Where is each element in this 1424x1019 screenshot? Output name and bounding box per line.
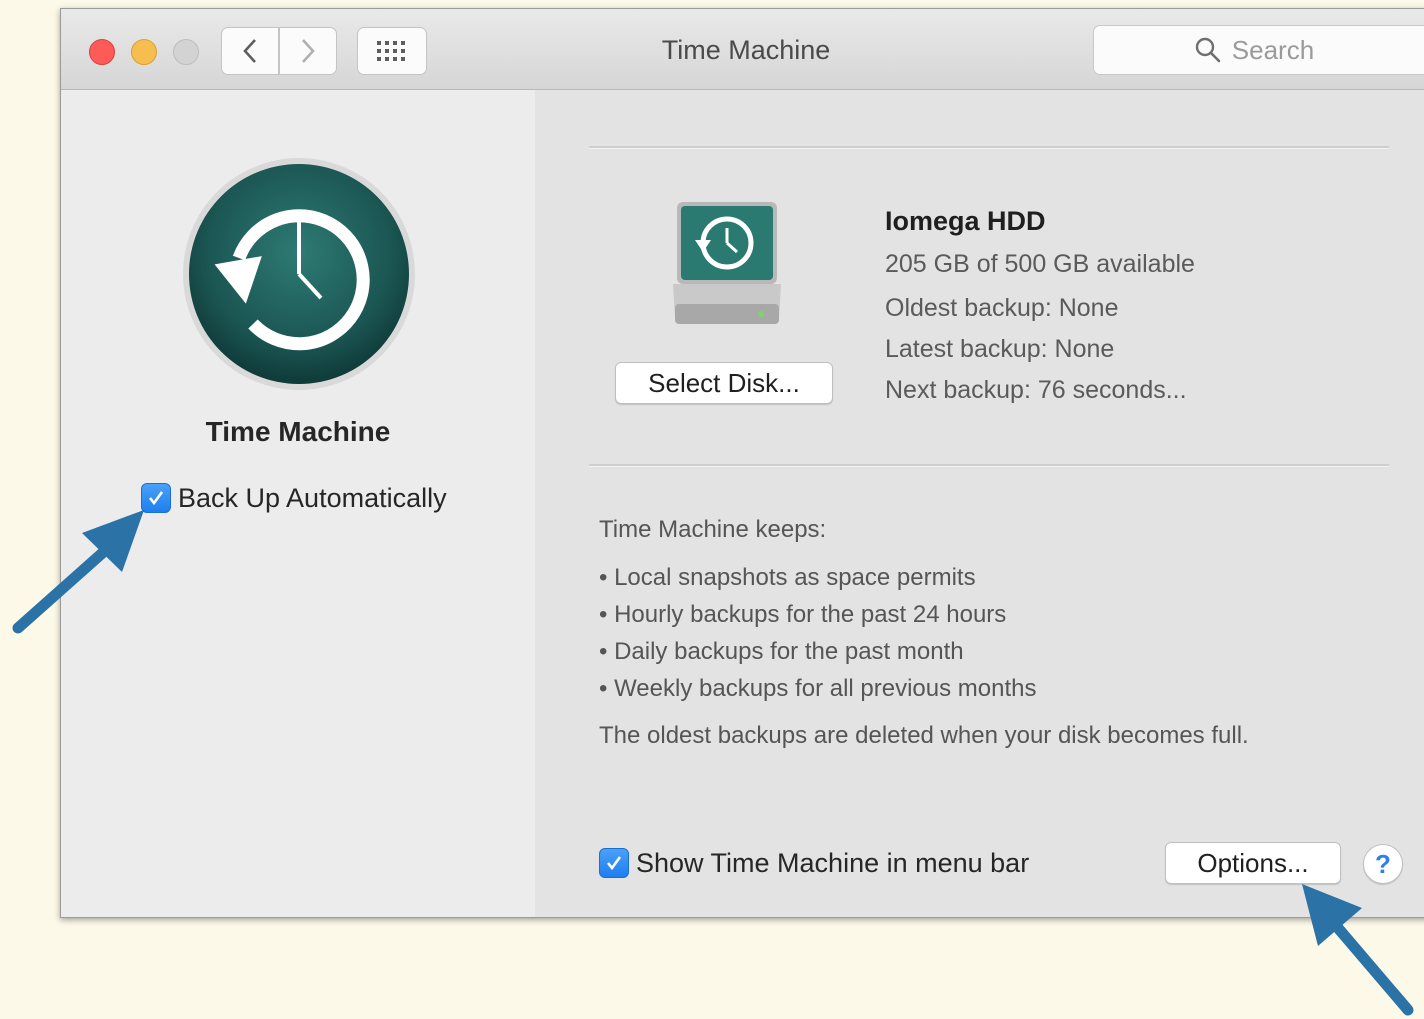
search-icon	[1195, 37, 1221, 63]
divider-top	[589, 146, 1389, 149]
app-name: Time Machine	[205, 416, 391, 447]
options-button[interactable]: Options...	[1165, 842, 1341, 884]
keeps-item: Daily backups for the past month	[599, 638, 964, 666]
backup-disk-icon	[673, 202, 781, 324]
close-window-button[interactable]	[89, 39, 115, 65]
checkmark-icon	[148, 491, 164, 506]
back-up-automatically-checkbox[interactable]	[141, 483, 171, 513]
select-disk-button[interactable]: Select Disk...	[615, 362, 833, 404]
minimize-window-button[interactable]	[131, 39, 157, 65]
search-field[interactable]: Search	[1093, 25, 1424, 75]
time-machine-window: Time Machine Search Time Machine Back Up…	[60, 8, 1424, 918]
zoom-window-button[interactable]	[173, 39, 199, 65]
checkmark-icon	[606, 856, 622, 871]
time-machine-icon	[183, 158, 415, 390]
right-pane: Select Disk... Iomega HDD 205 GB of 500 …	[535, 90, 1424, 917]
show-all-button[interactable]	[357, 27, 427, 75]
oldest-backup: Oldest backup: None	[885, 294, 1119, 322]
back-up-automatically-label[interactable]: Back Up Automatically	[178, 483, 447, 514]
show-in-menu-bar-label[interactable]: Show Time Machine in menu bar	[636, 848, 1029, 879]
chevron-right-icon	[302, 39, 315, 63]
next-backup: Next backup: 76 seconds...	[885, 376, 1187, 404]
disk-available: 205 GB of 500 GB available	[885, 250, 1195, 278]
keeps-item: Weekly backups for all previous months	[599, 675, 1036, 703]
chevron-left-icon	[243, 39, 256, 63]
latest-backup: Latest backup: None	[885, 335, 1115, 363]
divider-middle	[589, 464, 1389, 467]
search-placeholder: Search	[1231, 34, 1315, 65]
keeps-footer: The oldest backups are deleted when your…	[599, 722, 1249, 749]
left-pane: Time Machine Back Up Automatically	[61, 90, 535, 917]
disk-name: Iomega HDD	[885, 206, 1046, 236]
keeps-item: Local snapshots as space permits	[599, 564, 976, 592]
title-bar: Time Machine Search	[61, 9, 1424, 90]
keeps-heading: Time Machine keeps:	[599, 516, 827, 543]
back-button[interactable]	[221, 27, 279, 75]
show-in-menu-bar-checkbox[interactable]	[599, 848, 629, 878]
help-button[interactable]: ?	[1363, 844, 1403, 884]
grid-icon	[377, 41, 405, 61]
forward-button[interactable]	[279, 27, 337, 75]
keeps-item: Hourly backups for the past 24 hours	[599, 601, 1006, 629]
